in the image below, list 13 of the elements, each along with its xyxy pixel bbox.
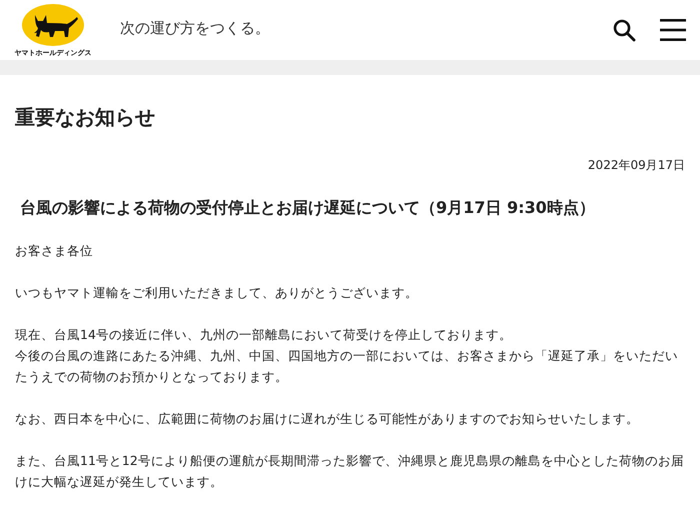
body-text: なお、西日本を中心に、広範囲に荷物のお届けに遅れが生じる可能性がありますのでお知らせいたします。: [15, 410, 640, 428]
body-text: 今後の台風の進路にあたる沖縄、九州、中国、四国地方の一部においては、お客さまから「遅延了承」をいただいたうえでの荷物のお預かりとなっております。: [15, 347, 679, 386]
notice-headline: 台風の影響による荷物の受付停止とお届け遅延について（9月17日 9:30時点）: [20, 197, 596, 219]
body-text: いつもヤマト運輸をご利用いただきまして、ありがとうございます。: [15, 284, 419, 302]
menu-icon[interactable]: [660, 19, 686, 41]
cat-logo-icon[interactable]: [21, 2, 85, 46]
body-text: お客さま各位: [15, 242, 94, 260]
page-title: 重要なお知らせ: [15, 104, 156, 131]
body-text: 現在、台風14号の接近に伴い、九州の一部離島において荷受けを停止しております。: [15, 326, 513, 344]
tagline: 次の運び方をつくる。: [120, 18, 270, 38]
body-text: また、台風11号と12号により船便の運航が長期間滞った影響で、沖縄県と鹿児島県の離島を中心とした荷物のお届けに大幅な遅延が発生しています。: [15, 452, 685, 491]
date-text: 2022年09月17日: [588, 157, 685, 173]
search-icon[interactable]: [612, 18, 636, 42]
